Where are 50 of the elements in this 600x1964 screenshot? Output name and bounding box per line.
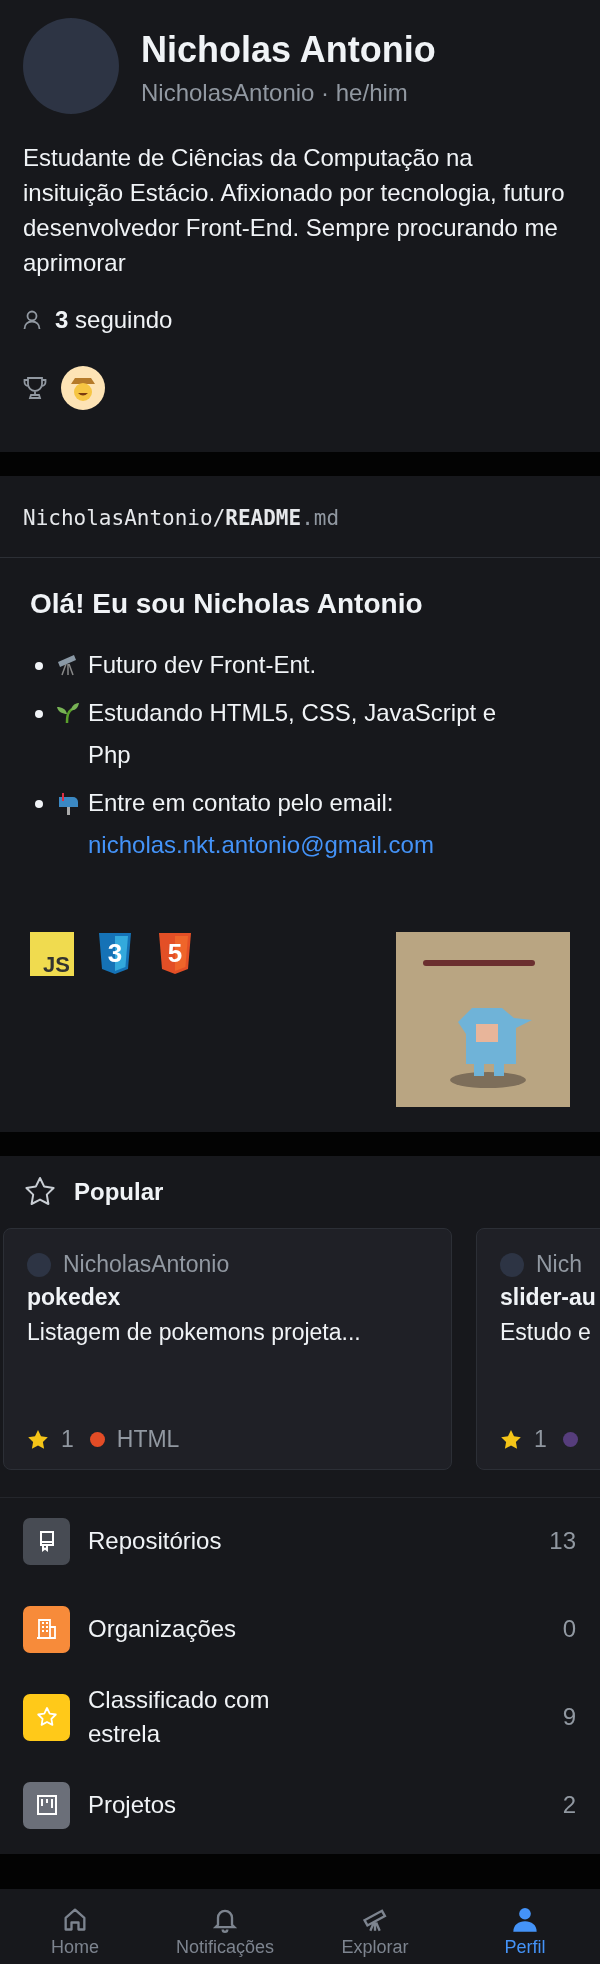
profile-handle: NicholasAntonio · he/him: [141, 79, 409, 107]
item-count: 0: [562, 1614, 576, 1644]
menu-item[interactable]: Organizações 0: [0, 1586, 600, 1672]
repository-name: pokedex: [27, 1284, 122, 1311]
item-count: 2: [562, 1790, 576, 1820]
repository-owner: Nich: [536, 1251, 582, 1278]
section-title: Popular: [74, 1178, 164, 1206]
star-icon: [500, 1429, 522, 1450]
email-link[interactable]: nicholas.nkt.antonio@gmail.com: [88, 831, 434, 858]
owner-avatar: [27, 1252, 51, 1277]
nav-tab[interactable]: Perfil: [450, 1889, 600, 1964]
nav-tab[interactable]: Notificações: [150, 1889, 300, 1964]
star-count: 1: [534, 1426, 547, 1453]
item-count: 13: [549, 1526, 576, 1556]
profile-name: Nicholas Antonio: [141, 29, 436, 71]
bullet-icon: [35, 800, 43, 808]
star-count: 1: [61, 1426, 74, 1453]
star-icon: [27, 1429, 49, 1450]
javascript-logo-icon: JS: [30, 932, 74, 976]
repository-description: Listagem de pokemons projeta...: [27, 1319, 362, 1346]
mailbox-icon: [56, 791, 80, 815]
trophy-icon: [23, 376, 47, 400]
achievement-badge-icon: [61, 366, 105, 410]
repository-description: Estudo e: [500, 1319, 592, 1346]
repository-owner: NicholasAntonio: [63, 1251, 230, 1278]
owner-avatar: [500, 1252, 524, 1277]
readme-path[interactable]: NicholasAntonio/README.md: [0, 476, 600, 558]
following-count[interactable]: 3 seguindo: [55, 306, 173, 334]
list-item-text: Entre em contato pelo email: nicholas.nkt.antonio@gmail.com: [88, 788, 434, 860]
nav-tab[interactable]: Home: [0, 1889, 150, 1964]
bullet-icon: [35, 710, 43, 718]
menu-item[interactable]: Classificado com estrela 9: [0, 1674, 600, 1760]
nav-tab[interactable]: Explorar: [300, 1889, 450, 1964]
list-item-text: Futuro dev Front-Ent.: [88, 650, 317, 680]
list-item-text: Estudando HTML5, CSS, JavaScript e Php: [88, 698, 498, 770]
person-icon: [23, 310, 41, 330]
bullet-icon: [35, 662, 43, 670]
html5-logo-icon: 5: [156, 932, 194, 975]
seedling-icon: [56, 701, 80, 725]
menu-item[interactable]: Repositórios 13: [0, 1498, 600, 1584]
repository-card[interactable]: Nich slider-au Estudo e 1: [476, 1228, 600, 1470]
profile-bio: Estudante de Ciências da Computação na insituição Estácio. Afixionado por tecnologia, futuro desenvolvedor Front-End. Sempre procurando me aprimorar: [23, 143, 566, 278]
item-count: 9: [562, 1702, 576, 1732]
css3-logo-icon: 3: [96, 932, 134, 975]
language-name: HTML: [116, 1426, 180, 1453]
star-icon: [24, 1176, 56, 1208]
readme-heading: Olá! Eu sou Nicholas Antonio: [30, 588, 424, 620]
repository-card[interactable]: NicholasAntonio pokedex Listagem de pokemons projeta... 1 HTML: [3, 1228, 452, 1470]
menu-item[interactable]: Projetos 2: [0, 1762, 600, 1848]
repository-name: slider-au: [500, 1284, 597, 1311]
